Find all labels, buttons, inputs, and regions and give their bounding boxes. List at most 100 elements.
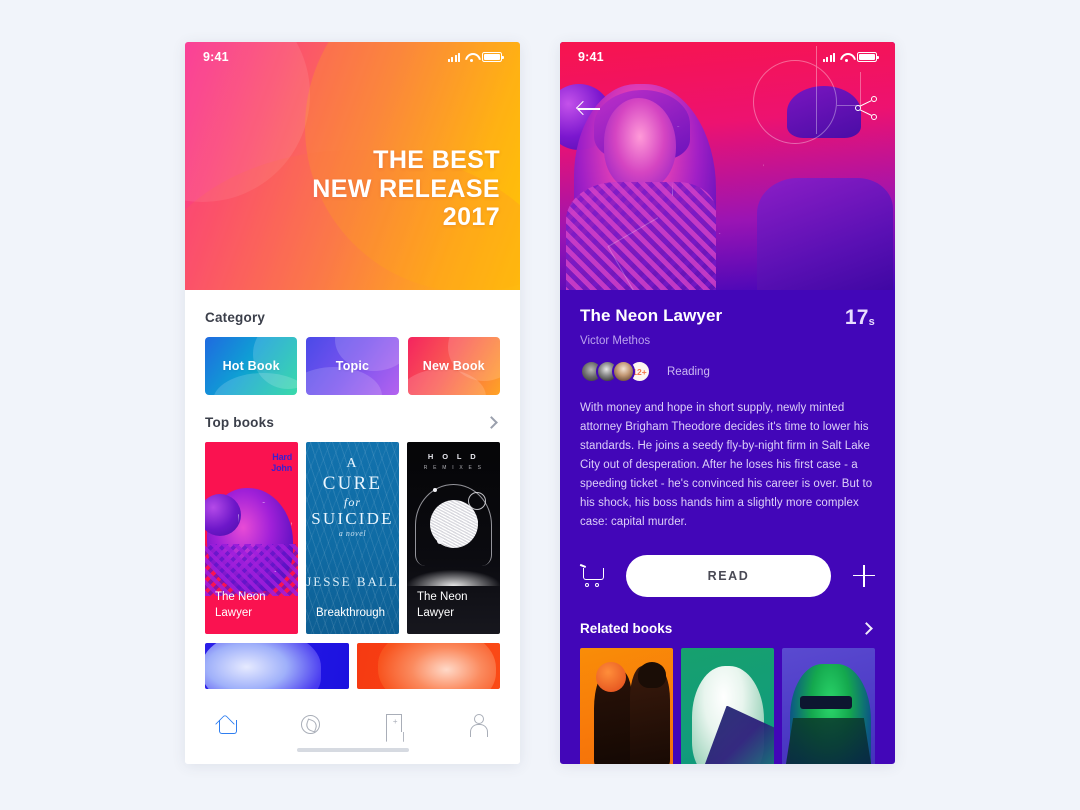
cart-icon[interactable] — [580, 565, 604, 587]
top-books-list: Hard John The Neon Lawyer A CURE for SUI… — [185, 430, 520, 634]
share-link — [859, 109, 872, 117]
status-bar-icons — [447, 52, 504, 62]
book-card[interactable]: Hard John The Neon Lawyer — [205, 442, 298, 634]
share-node — [871, 114, 877, 120]
hero-headline: THE BEST NEW RELEASE 2017 — [312, 146, 500, 232]
chevron-right-icon[interactable] — [485, 416, 498, 429]
cart-wheel — [585, 582, 589, 587]
status-bar-right: 9:41 — [560, 42, 895, 72]
category-title: Category — [205, 310, 266, 325]
home-indicator[interactable] — [296, 748, 409, 752]
related-books-title: Related books — [580, 620, 673, 636]
cover-line-2: CURE — [322, 472, 383, 494]
decor-chevron — [607, 217, 687, 290]
wide-card-art — [205, 643, 321, 689]
home-icon — [216, 714, 238, 734]
battery-icon — [482, 52, 504, 62]
signal-bars-icon — [822, 52, 835, 62]
tab-discover[interactable] — [289, 711, 333, 737]
bottom-tab-bar: + — [185, 698, 520, 764]
wifi-icon — [840, 53, 852, 62]
cover-dot — [475, 520, 478, 523]
title-row: The Neon Lawyer 17s — [580, 306, 875, 330]
wide-card-orange[interactable] — [356, 643, 500, 689]
screenshot-canvas: 9:41 THE BEST NEW RELEASE 2017 Category — [0, 0, 1080, 810]
cover-woman-hair — [596, 661, 626, 692]
back-arrow-icon[interactable] — [578, 100, 602, 118]
tab-home[interactable] — [205, 711, 249, 737]
cover-title: MS MR — [580, 762, 673, 764]
book-detail-section: The Neon Lawyer 17s Victor Methos 12+ Re… — [560, 290, 895, 533]
share-link — [859, 100, 872, 108]
share-icon[interactable] — [855, 96, 877, 120]
cover-ring — [468, 492, 486, 510]
cover-author: JESSE BALL — [306, 574, 399, 589]
price-unit: s — [868, 316, 875, 328]
cover-dot — [437, 538, 443, 544]
book-card[interactable]: H O L D R E M I X E S The Neon Lawyer — [407, 442, 500, 634]
price-value: 17 — [844, 306, 869, 329]
book-cover-hero — [560, 42, 895, 290]
wifi-icon — [465, 53, 477, 62]
status-bar-icons — [822, 52, 879, 62]
phone-left-home-screen: 9:41 THE BEST NEW RELEASE 2017 Category — [185, 42, 520, 764]
decor-triangle — [672, 126, 764, 234]
book-title: The Neon Lawyer — [417, 591, 468, 620]
related-book-card[interactable]: The Neon — [782, 647, 875, 764]
related-book-card[interactable]: MS MR PAINTED The Neon — [580, 647, 673, 764]
cover-figures — [594, 661, 670, 764]
wide-card-blue[interactable] — [205, 643, 349, 689]
status-bar-time: 9:41 — [578, 50, 604, 64]
chevron-right-icon[interactable] — [860, 621, 873, 635]
cover-dot — [433, 488, 437, 492]
compass-icon — [301, 714, 321, 734]
top-books-header: Top books — [185, 395, 520, 430]
cover-line-decoration — [560, 42, 895, 290]
related-book-card[interactable]: Breakthrough — [681, 647, 774, 764]
avatar[interactable] — [612, 360, 635, 383]
tab-bookmarks[interactable]: + — [372, 711, 416, 737]
battery-icon — [857, 52, 879, 62]
hero-banner[interactable]: THE BEST NEW RELEASE 2017 — [185, 42, 520, 290]
plus-icon[interactable] — [853, 564, 875, 587]
cover-line-3: for — [343, 494, 361, 509]
readers-row: 12+ Reading — [580, 360, 875, 383]
book-author: Victor Methos — [580, 335, 651, 347]
category-label: Topic — [335, 359, 370, 373]
cover-man-hair — [638, 661, 666, 688]
book-card[interactable]: A CURE for SUICIDE a novel JESSE BALL Br… — [306, 442, 399, 634]
status-bar-time: 9:41 — [203, 50, 229, 64]
cart-wheel — [595, 582, 599, 587]
cover-tag: Hard John — [271, 452, 292, 475]
cover-glow — [407, 570, 500, 586]
category-item-new-book[interactable]: New Book — [407, 337, 500, 395]
cover-top-sub: R E M I X E S — [423, 465, 484, 472]
decor-bubble — [213, 373, 298, 395]
book-title: The Neon Lawyer — [580, 306, 723, 325]
hero-line-3: 2017 — [442, 203, 500, 231]
bookmark-icon: + — [386, 714, 403, 734]
book-price: 17s — [845, 306, 875, 330]
tab-profile[interactable] — [456, 711, 500, 737]
cover-line-1: A — [346, 456, 359, 471]
user-icon — [470, 714, 489, 737]
category-header: Category — [185, 290, 520, 325]
hero-line-1: THE BEST — [373, 146, 500, 174]
category-label: Hot Book — [222, 359, 280, 373]
cover-line-5: a novel — [338, 529, 367, 539]
cover-typography: A CURE for SUICIDE a novel — [306, 456, 399, 539]
category-item-topic[interactable]: Topic — [306, 337, 399, 395]
book-title: Breakthrough — [316, 607, 386, 620]
category-item-hot-book[interactable]: Hot Book — [205, 337, 298, 395]
cover-sunglasses — [800, 695, 852, 709]
related-books-header: Related books — [560, 597, 895, 636]
cover-top-title: H O L D — [427, 452, 480, 461]
status-bar-left: 9:41 — [185, 42, 520, 72]
wide-card-art — [378, 643, 496, 689]
category-list: Hot Book Topic New Book — [185, 325, 520, 395]
cover-line-4: SUICIDE — [311, 509, 394, 529]
related-books-list: MS MR PAINTED The Neon Breakthrough The … — [560, 636, 895, 764]
book-description: With money and hope in short supply, new… — [580, 402, 873, 529]
read-button[interactable]: READ — [626, 554, 831, 597]
wide-cards-row — [185, 634, 520, 689]
